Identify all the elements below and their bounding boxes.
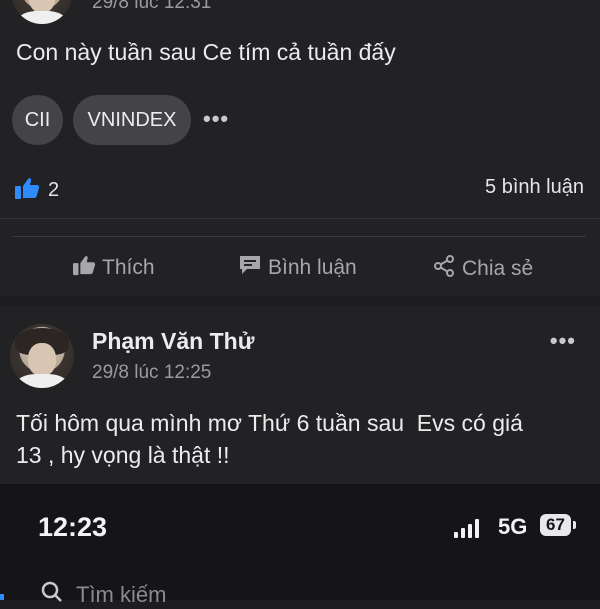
tag-label: CII: [24, 108, 51, 131]
like-count: 2: [48, 179, 60, 201]
like-thumb-icon: [14, 176, 40, 205]
network-type: 5G: [498, 514, 528, 539]
divider: [0, 218, 600, 219]
like-label: Thích: [102, 256, 155, 279]
post-time: 29/8 lúc 12:31: [92, 0, 212, 13]
author-name[interactable]: Phạm Văn Thử: [92, 328, 254, 355]
tag-vnindex[interactable]: VNINDEX: [73, 95, 191, 145]
status-time: 12:23: [38, 512, 108, 542]
share-button[interactable]: Chia sẻ: [432, 254, 533, 284]
tag-cii[interactable]: CII: [12, 95, 63, 145]
author-avatar[interactable]: [10, 324, 74, 388]
tag-label: VNINDEX: [87, 108, 177, 131]
comment-icon: [238, 254, 262, 282]
post-more-button[interactable]: •••: [550, 328, 576, 354]
post-time: 29/8 lúc 12:25: [92, 362, 212, 383]
comments-count[interactable]: 5 bình luận: [485, 176, 584, 199]
battery-icon: 67: [540, 514, 576, 536]
signal-icon: [454, 518, 479, 538]
post-text-line-2: 13 , hy vọng là thật !!: [16, 442, 230, 468]
comment-label: Bình luận: [268, 256, 357, 279]
search-bar[interactable]: Tìm kiếm: [40, 580, 166, 609]
battery-level: 67: [546, 515, 565, 534]
share-icon: [432, 254, 456, 284]
search-placeholder: Tìm kiếm: [76, 581, 167, 607]
post-text: Con này tuần sau Ce tím cả tuần đấy: [16, 39, 396, 65]
like-summary[interactable]: 2: [14, 176, 59, 205]
search-icon: [40, 580, 64, 609]
thumb-up-icon: [72, 254, 96, 282]
edge-accent: [0, 594, 4, 600]
like-button[interactable]: Thích: [72, 254, 155, 282]
share-label: Chia sẻ: [462, 257, 534, 280]
divider: [12, 236, 586, 237]
avatar[interactable]: [12, 0, 72, 24]
post-text-line-1: Tối hôm qua mình mơ Thứ 6 tuần sau Evs c…: [16, 410, 523, 436]
comment-button[interactable]: Bình luận: [238, 254, 357, 282]
tags-more-button[interactable]: •••: [203, 106, 229, 132]
